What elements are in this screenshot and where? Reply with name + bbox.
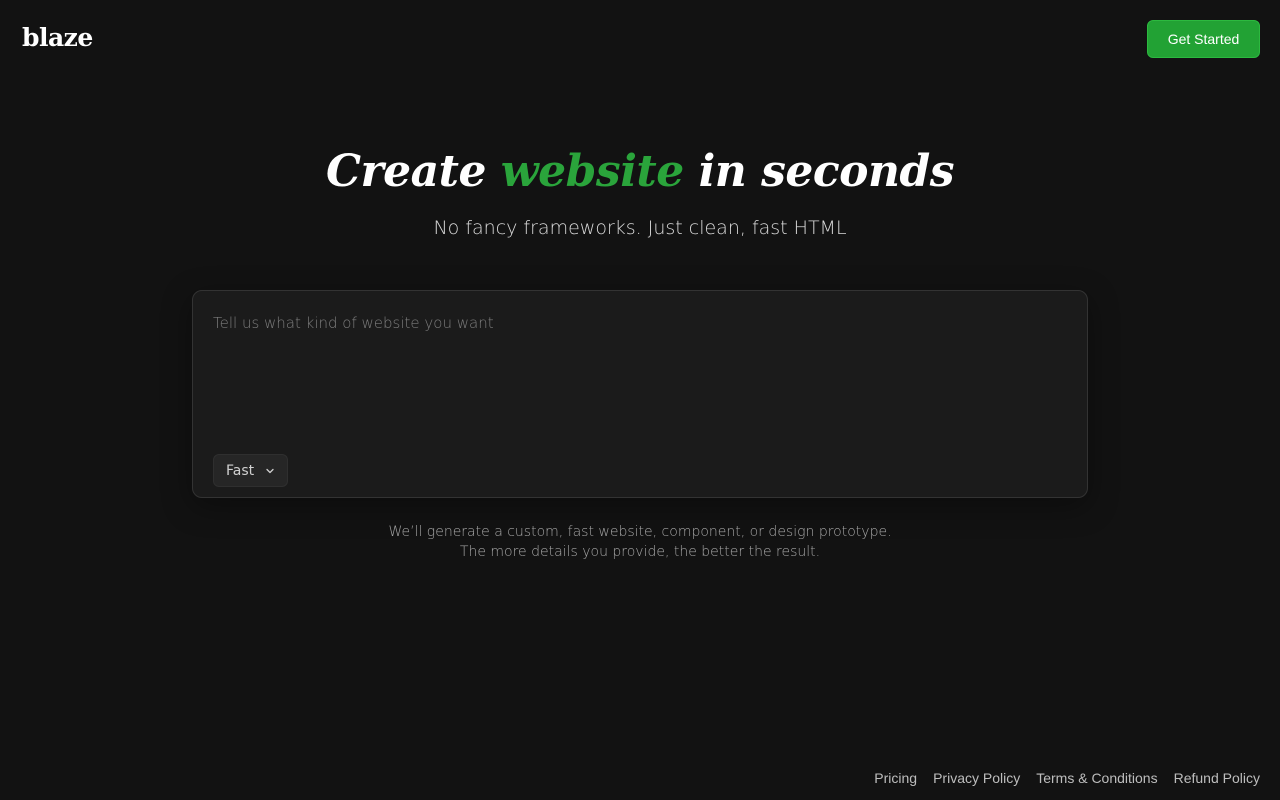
brand-logo[interactable]: blaze — [22, 22, 93, 54]
hero-title-suffix: in seconds — [683, 146, 955, 197]
mode-dropdown[interactable]: Fast — [213, 454, 288, 487]
footer-links: Pricing Privacy Policy Terms & Condition… — [874, 768, 1260, 788]
footer-link-terms-conditions[interactable]: Terms & Conditions — [1036, 768, 1157, 788]
mode-dropdown-label: Fast — [226, 462, 255, 479]
hero-title-prefix: Create — [325, 146, 501, 197]
footer-link-pricing[interactable]: Pricing — [874, 768, 917, 788]
website-prompt-input[interactable] — [213, 313, 1063, 433]
footer-link-refund-policy[interactable]: Refund Policy — [1174, 768, 1260, 788]
helper-line-2: The more details you provide, the better… — [459, 544, 821, 560]
get-started-button[interactable]: Get Started — [1147, 20, 1260, 58]
hero-title-accent: website — [500, 146, 684, 197]
footer-link-privacy-policy[interactable]: Privacy Policy — [933, 768, 1020, 788]
helper-line-1: We’ll generate a custom, fast website, c… — [388, 524, 892, 540]
helper-text: We’ll generate a custom, fast website, c… — [0, 522, 1280, 562]
chevron-down-icon — [264, 465, 276, 477]
prompt-panel: Fast — [192, 290, 1088, 498]
landing-page: blaze Get Started Create website in seco… — [0, 0, 1280, 800]
hero-title: Create website in seconds — [0, 140, 1280, 204]
hero-subtitle: No fancy frameworks. Just clean, fast HT… — [433, 217, 847, 239]
